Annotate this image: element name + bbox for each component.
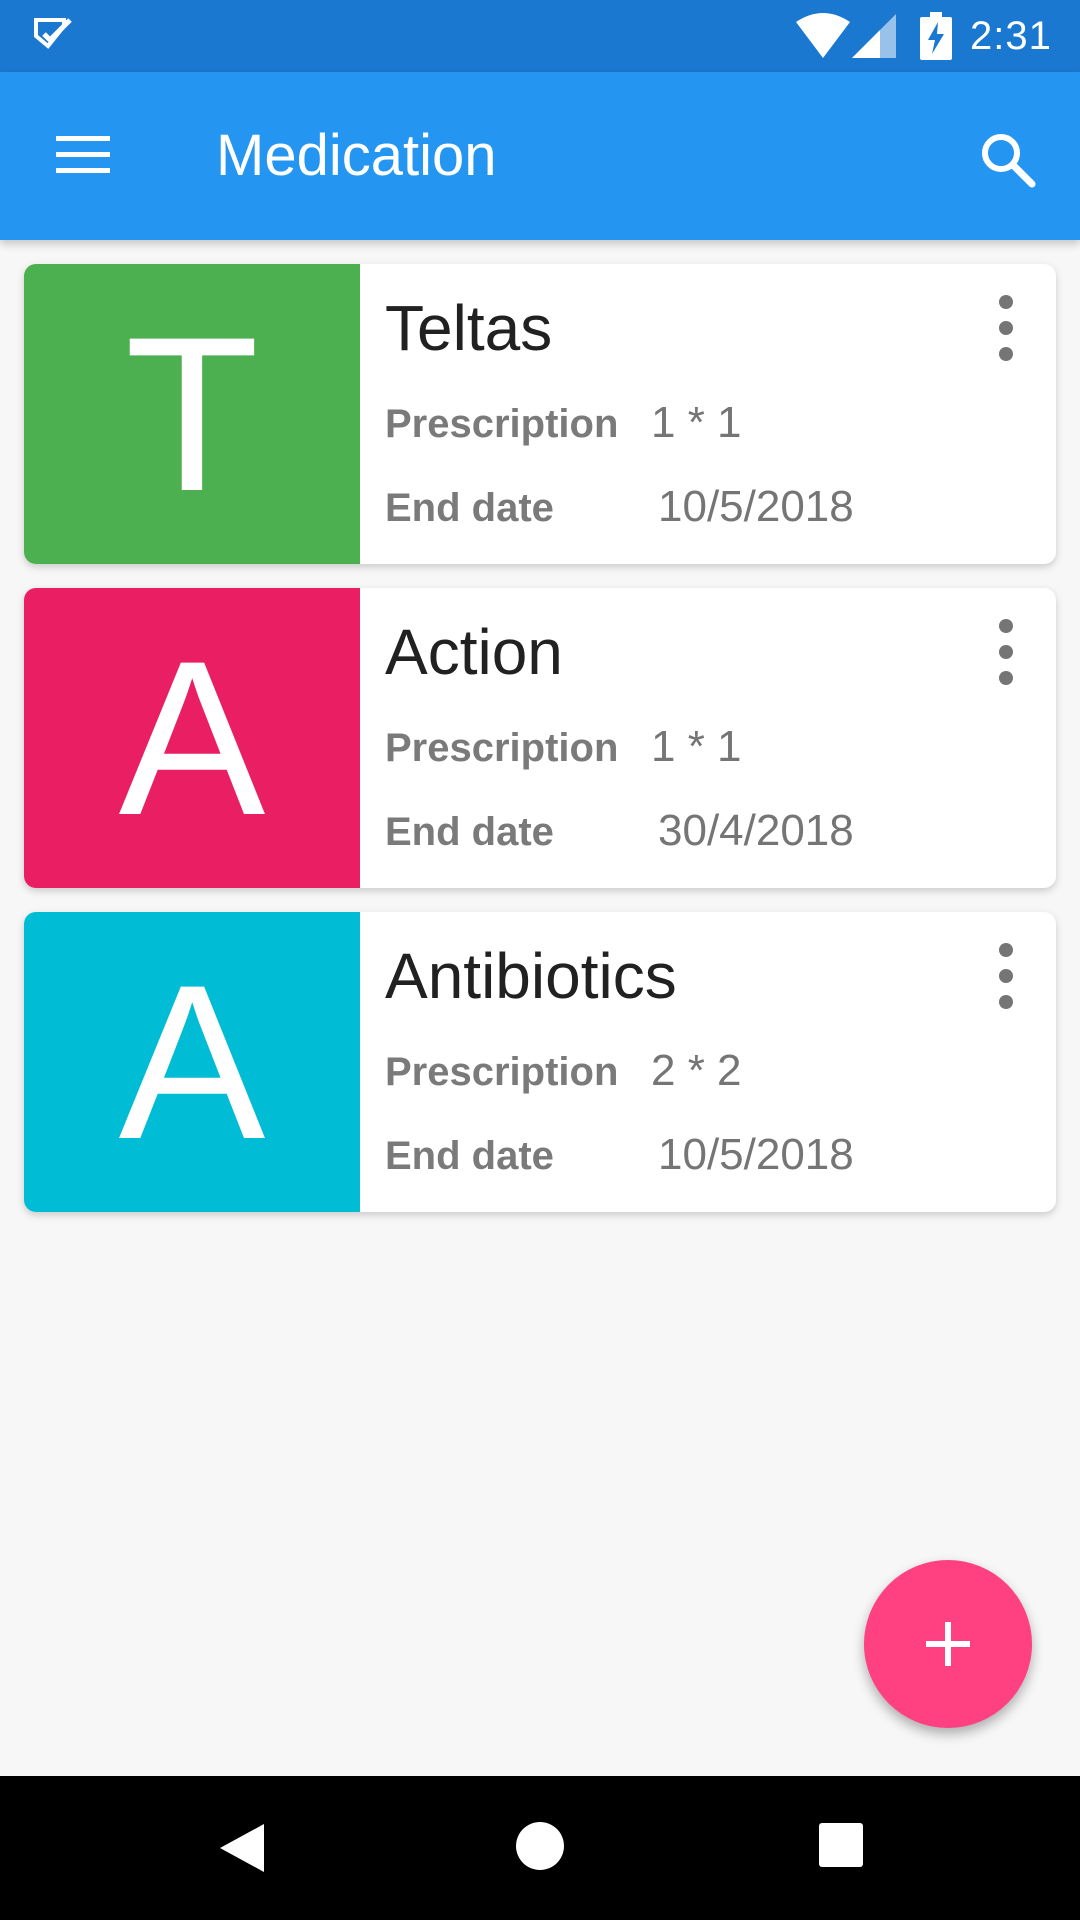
medication-card[interactable]: T Teltas Prescription 1 * 1 End date 10/…: [24, 264, 1056, 564]
home-icon[interactable]: [514, 1820, 566, 1872]
cell-signal-icon: [852, 14, 896, 58]
status-time: 2:31: [970, 14, 1052, 58]
recents-icon[interactable]: [818, 1822, 864, 1868]
medication-card[interactable]: A Action Prescription 1 * 1 End date 30/…: [24, 588, 1056, 888]
prescription-label: Prescription: [385, 402, 619, 446]
more-options-icon[interactable]: [982, 288, 1030, 368]
app-bar: Medication: [0, 72, 1080, 240]
more-options-icon[interactable]: [982, 936, 1030, 1016]
prescription-value: 1 * 1: [651, 722, 742, 771]
prescription-label: Prescription: [385, 1050, 619, 1094]
more-options-icon[interactable]: [982, 612, 1030, 692]
hamburger-menu-icon[interactable]: [50, 128, 116, 182]
medication-letter-tile: A: [24, 912, 360, 1212]
end-date-value: 10/5/2018: [658, 1130, 854, 1179]
page-title: Medication: [216, 123, 497, 188]
end-date-value: 30/4/2018: [658, 806, 854, 855]
medication-card[interactable]: A Antibiotics Prescription 2 * 2 End dat…: [24, 912, 1056, 1212]
status-bar: 2:31: [0, 0, 1080, 72]
notification-check-icon: [34, 18, 72, 49]
end-date-label: End date: [385, 1134, 554, 1178]
medication-name: Antibiotics: [385, 940, 677, 1012]
prescription-label: Prescription: [385, 726, 619, 770]
wifi-icon: [796, 13, 850, 58]
prescription-value: 2 * 2: [651, 1046, 742, 1095]
end-date-label: End date: [385, 486, 554, 530]
plus-icon: [926, 1622, 970, 1666]
medication-name: Action: [385, 616, 563, 688]
battery-charging-icon: [920, 12, 952, 60]
system-nav-bar: [0, 1776, 1080, 1920]
search-icon[interactable]: [976, 128, 1040, 192]
back-icon[interactable]: [214, 1820, 270, 1876]
add-medication-button[interactable]: [864, 1560, 1032, 1728]
end-date-value: 10/5/2018: [658, 482, 854, 531]
prescription-value: 1 * 1: [651, 398, 742, 447]
medication-name: Teltas: [385, 292, 553, 364]
medication-letter-tile: A: [24, 588, 360, 888]
end-date-label: End date: [385, 810, 554, 854]
medication-letter-tile: T: [24, 264, 360, 564]
